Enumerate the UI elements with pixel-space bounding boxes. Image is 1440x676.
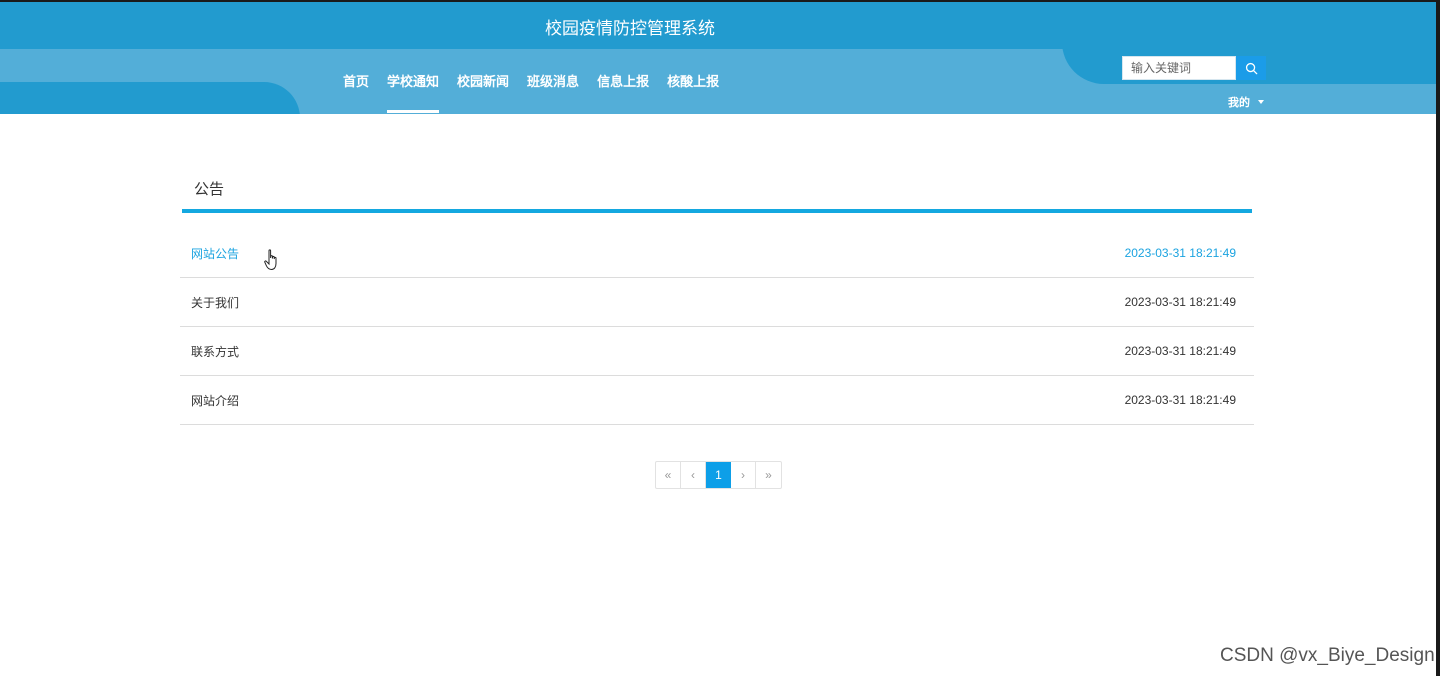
header-left-decoration (0, 82, 300, 114)
nav-nucleic-report[interactable]: 核酸上报 (658, 72, 728, 114)
window-right-border (1436, 0, 1440, 676)
search-input[interactable] (1122, 56, 1236, 80)
notice-time: 2023-03-31 18:21:49 (1124, 295, 1236, 309)
last-page-button[interactable]: » (756, 462, 781, 488)
notice-title[interactable]: 网站介绍 (191, 392, 239, 409)
nav-home[interactable]: 首页 (334, 72, 378, 114)
list-item[interactable]: 网站介绍 2023-03-31 18:21:49 (180, 376, 1254, 425)
watermark: CSDN @vx_Biye_Design (1220, 645, 1435, 666)
title-band: 校园疫情防控管理系统 (0, 2, 1436, 49)
page-number-button[interactable]: 1 (706, 462, 731, 488)
next-page-button[interactable]: › (731, 462, 756, 488)
main-nav: 首页 学校通知 校园新闻 班级消息 信息上报 核酸上报 (334, 72, 728, 114)
nav-info-report[interactable]: 信息上报 (588, 72, 658, 114)
notice-time: 2023-03-31 18:21:49 (1124, 393, 1236, 407)
hand-pointer-icon (264, 249, 277, 271)
search-button[interactable] (1236, 56, 1266, 80)
user-menu[interactable]: 我的 (1228, 94, 1264, 110)
list-item[interactable]: 网站公告 2023-03-31 18:21:49 (180, 229, 1254, 278)
pagination: « ‹ 1 › » (655, 461, 782, 489)
nav-class-messages[interactable]: 班级消息 (518, 72, 588, 114)
nav-school-notices[interactable]: 学校通知 (378, 72, 448, 114)
site-title: 校园疫情防控管理系统 (545, 19, 715, 39)
notice-title[interactable]: 关于我们 (191, 294, 239, 311)
notice-title[interactable]: 网站公告 (191, 245, 239, 262)
list-item[interactable]: 联系方式 2023-03-31 18:21:49 (180, 327, 1254, 376)
prev-page-button[interactable]: ‹ (681, 462, 706, 488)
first-page-button[interactable]: « (656, 462, 681, 488)
site-header: 校园疫情防控管理系统 首页 学校通知 校园新闻 班级消息 信息上报 核酸上报 我… (0, 2, 1436, 114)
section-divider (182, 209, 1252, 213)
section-title: 公告 (194, 180, 225, 198)
user-menu-label: 我的 (1228, 96, 1250, 109)
search-icon (1245, 62, 1257, 74)
notice-list: 网站公告 2023-03-31 18:21:49 关于我们 2023-03-31… (180, 229, 1254, 425)
notice-time: 2023-03-31 18:21:49 (1124, 344, 1236, 358)
nav-campus-news[interactable]: 校园新闻 (448, 72, 518, 114)
list-item[interactable]: 关于我们 2023-03-31 18:21:49 (180, 278, 1254, 327)
caret-down-icon (1258, 100, 1264, 104)
notice-title[interactable]: 联系方式 (191, 343, 239, 360)
search-box (1122, 56, 1267, 80)
notice-time: 2023-03-31 18:21:49 (1124, 246, 1236, 260)
